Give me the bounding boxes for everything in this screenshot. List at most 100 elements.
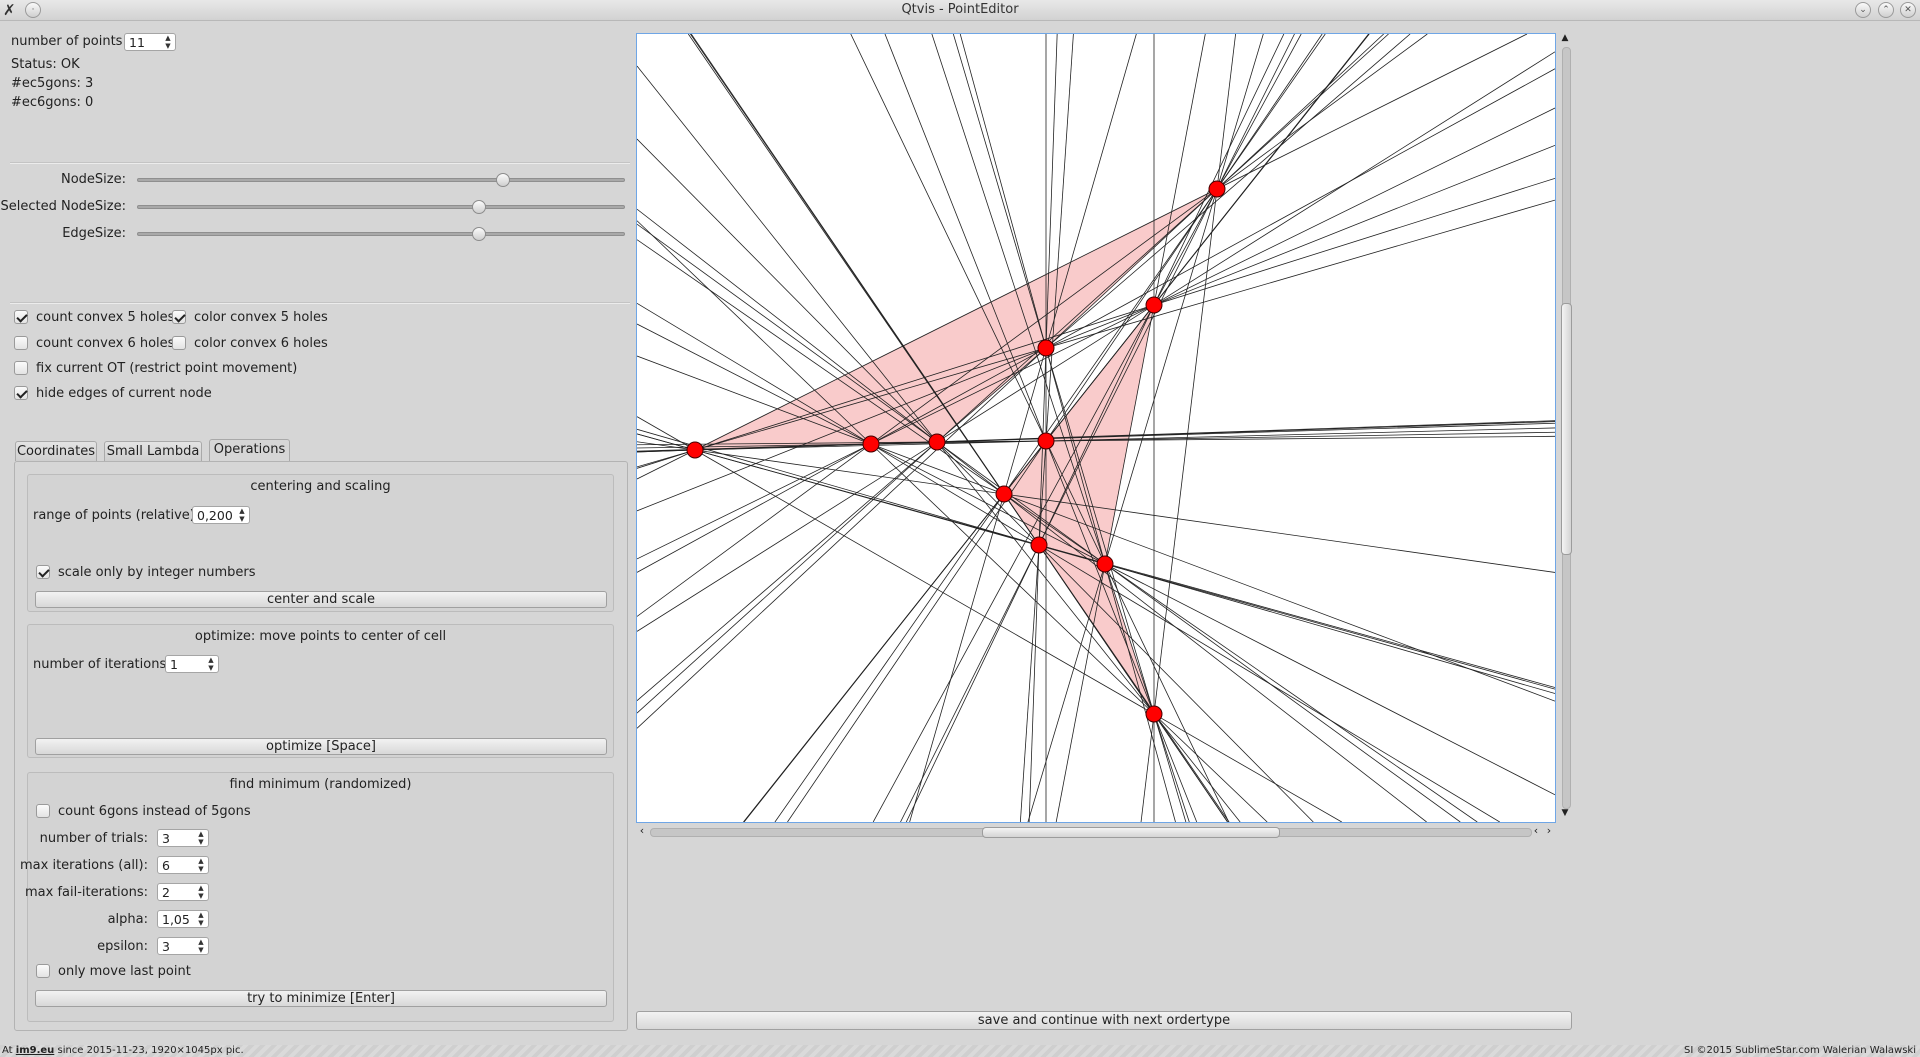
iterations-label: number of iterations: [33, 657, 171, 672]
edgesize-label: EdgeSize: [62, 226, 126, 241]
spin-arrows-icon[interactable]: ▲ ▼ [196, 857, 206, 873]
edgesize-slider-track[interactable] [137, 232, 625, 236]
selected-nodesize-slider-track[interactable] [137, 205, 625, 209]
count-convex6-checkbox[interactable] [14, 336, 28, 350]
edge-line [637, 302, 1500, 822]
edge-line [637, 34, 1411, 702]
divider [10, 162, 630, 164]
tab-coordinates[interactable]: Coordinates [15, 441, 97, 461]
color-convex5-checkbox[interactable] [172, 310, 186, 324]
close-button[interactable]: ✕ [1900, 2, 1916, 18]
tab-operations[interactable]: Operations [209, 439, 290, 461]
point-node [1037, 339, 1055, 357]
fix-ot-checkbox[interactable] [14, 361, 28, 375]
selected-nodesize-label: Selected NodeSize: [0, 199, 126, 214]
horizontal-scroll-thumb[interactable] [982, 827, 1280, 838]
scroll-left-icon[interactable]: ‹ [636, 824, 648, 837]
range-value: 0,200 [197, 508, 233, 523]
spin-arrows-icon[interactable]: ▲ ▼ [196, 911, 206, 927]
tab-small-lambda[interactable]: Small Lambda [104, 441, 202, 461]
title-bar: ✗ · Qtvis - PointEditor ⌄ ⌃ ✕ [0, 0, 1920, 21]
count-convex5-checkbox[interactable] [14, 310, 28, 324]
point-node [995, 485, 1013, 503]
nodesize-slider-handle[interactable] [496, 173, 510, 187]
integer-scale-label[interactable]: scale only by integer numbers [58, 565, 256, 580]
iterations-spinbox[interactable]: 1 ▲ ▼ [165, 655, 219, 673]
nodesize-label: NodeSize: [61, 172, 126, 187]
epsilon-value: 3 [162, 939, 170, 954]
alpha-spinbox[interactable]: 1,05 ▲ ▼ [157, 910, 209, 928]
status-text: Status: OK [11, 57, 80, 72]
point-node [1208, 180, 1226, 198]
point-node [862, 435, 880, 453]
minimize-button[interactable]: try to minimize [Enter] [35, 990, 607, 1007]
scroll-up-icon[interactable]: ▲ [1559, 33, 1571, 45]
hide-edges-label[interactable]: hide edges of current node [36, 386, 212, 401]
minimize-button[interactable]: ⌄ [1855, 2, 1871, 18]
epsilon-label: epsilon: [97, 939, 148, 954]
range-spinbox[interactable]: 0,200 ▲ ▼ [192, 506, 250, 524]
count6gons-checkbox[interactable] [36, 804, 50, 818]
trials-spinbox[interactable]: 3 ▲ ▼ [157, 829, 209, 847]
num-points-spinbox[interactable]: 11 ▲ ▼ [124, 33, 176, 51]
scroll-right-icon[interactable]: › [1543, 824, 1555, 837]
horizontal-scrollbar[interactable]: ‹ ‹ › [636, 824, 1556, 838]
edgesize-slider-handle[interactable] [471, 227, 486, 241]
selected-nodesize-slider-handle[interactable] [471, 200, 486, 214]
integer-scale-checkbox[interactable] [36, 565, 50, 579]
maxiter-label: max iterations (all): [20, 858, 148, 873]
footer-site-link[interactable]: im9.eu [16, 1045, 55, 1056]
scroll-down-icon[interactable]: ▼ [1559, 808, 1571, 820]
maxiter-spinbox[interactable]: 6 ▲ ▼ [157, 856, 209, 874]
edge-line [637, 138, 1314, 822]
last-point-label[interactable]: only move last point [58, 964, 191, 979]
hide-edges-checkbox[interactable] [14, 386, 28, 400]
scroll-left-step-icon[interactable]: ‹ [1530, 824, 1542, 837]
count6gons-label[interactable]: count 6gons instead of 5gons [58, 804, 251, 819]
point-canvas[interactable] [636, 33, 1556, 823]
trials-label: number of trials: [39, 831, 148, 846]
spin-arrows-icon[interactable]: ▲ ▼ [237, 507, 247, 523]
footer-bar: At im9.eu since 2015-11-23, 1920×1045px … [0, 1045, 1920, 1057]
edge-line [1028, 34, 1058, 822]
point-node [1096, 555, 1114, 573]
save-continue-button[interactable]: save and continue with next ordertype [636, 1011, 1572, 1030]
minimum-title: find minimum (randomized) [229, 777, 412, 792]
spin-arrows-icon[interactable]: ▲ ▼ [196, 830, 206, 846]
footer-right: SI ©2015 SublimeStar.com Walerian Walaws… [1684, 1045, 1916, 1056]
color-convex5-label[interactable]: color convex 5 holes [194, 310, 328, 325]
point-graph[interactable] [637, 34, 1555, 822]
spin-arrows-icon[interactable]: ▲ ▼ [196, 884, 206, 900]
point-node [686, 441, 704, 459]
footer-left: At im9.eu since 2015-11-23, 1920×1045px … [2, 1045, 244, 1057]
maximize-button[interactable]: ⌃ [1878, 2, 1894, 18]
spin-arrows-icon[interactable]: ▲ ▼ [163, 34, 173, 50]
fix-ot-label[interactable]: fix current OT (restrict point movement) [36, 361, 297, 376]
num-points-value: 11 [129, 35, 145, 50]
maxfail-spinbox[interactable]: 2 ▲ ▼ [157, 883, 209, 901]
optimize-button[interactable]: optimize [Space] [35, 738, 607, 755]
spin-arrows-icon[interactable]: ▲ ▼ [206, 656, 216, 672]
range-label: range of points (relative): [33, 508, 200, 523]
ec5gons-count: #ec5gons: 3 [11, 76, 94, 91]
vertical-scroll-thumb[interactable] [1561, 303, 1572, 555]
num-points-label: number of points: [11, 34, 127, 49]
nodesize-slider-track[interactable] [137, 178, 625, 182]
epsilon-spinbox[interactable]: 3 ▲ ▼ [157, 937, 209, 955]
point-node [1145, 705, 1163, 723]
vertical-scrollbar[interactable]: ▲ ▼ [1559, 33, 1572, 823]
alpha-label: alpha: [107, 912, 148, 927]
spin-arrows-icon[interactable]: ▲ ▼ [196, 938, 206, 954]
count-convex5-label[interactable]: count convex 5 holes [36, 310, 174, 325]
count-convex6-label[interactable]: count convex 6 holes [36, 336, 174, 351]
last-point-checkbox[interactable] [36, 964, 50, 978]
maxfail-label: max fail-iterations: [25, 885, 148, 900]
edge-line [637, 416, 1342, 822]
center-scale-button[interactable]: center and scale [35, 591, 607, 608]
centering-title: centering and scaling [250, 479, 391, 494]
color-convex6-checkbox[interactable] [172, 336, 186, 350]
point-node [1145, 296, 1163, 314]
divider [10, 302, 630, 304]
color-convex6-label[interactable]: color convex 6 holes [194, 336, 328, 351]
iterations-value: 1 [170, 657, 178, 672]
